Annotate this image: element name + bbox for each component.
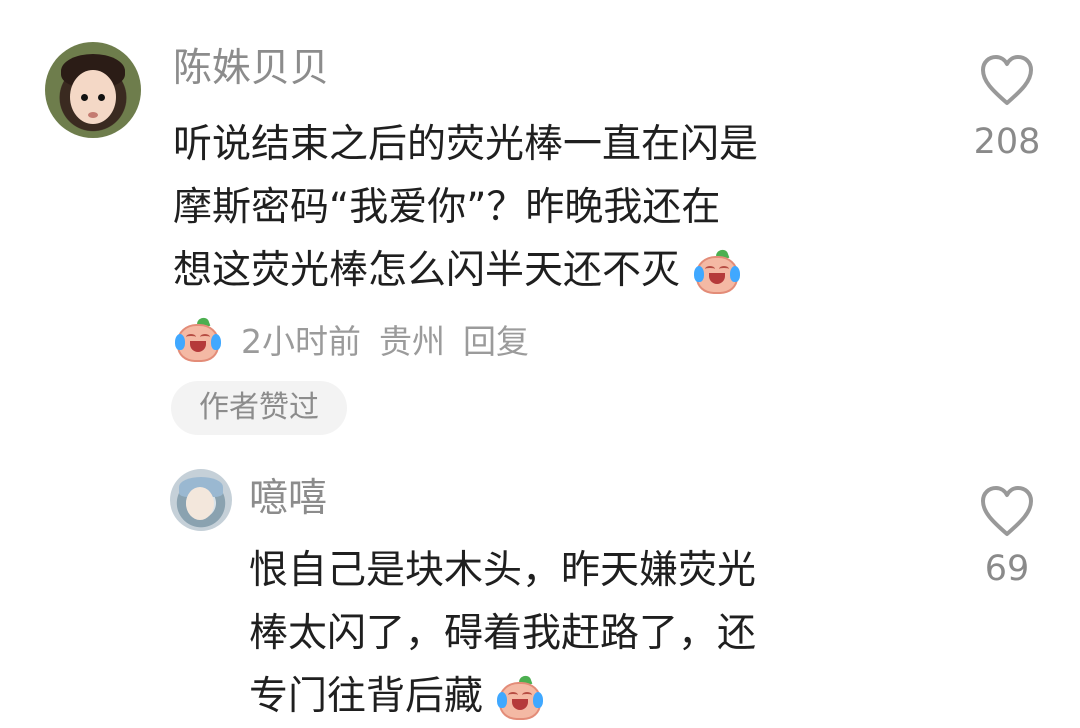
- reply-comment-line-3: 专门往背后藏: [249, 665, 949, 728]
- comment-location: 贵州: [379, 321, 445, 361]
- reply-like-count: 69: [984, 549, 1030, 589]
- main-comment-line-2: 摩斯密码“我爱你”？昨晚我还在: [173, 185, 721, 230]
- main-comment-avatar[interactable]: [45, 42, 141, 138]
- comment-time: 2小时前: [241, 321, 361, 361]
- reply-comment-line-1: 恨自己是块木头，昨天嫌荧光: [249, 548, 757, 593]
- main-comment-line-3: 想这荧光棒怎么闪半天还不灭: [173, 239, 923, 302]
- author-liked-badge: 作者赞过: [171, 381, 347, 435]
- reply-like-button[interactable]: [977, 484, 1037, 539]
- reply-avatar[interactable]: [170, 469, 232, 531]
- main-comment-line-3-text: 想这荧光棒怎么闪半天还不灭: [173, 248, 681, 293]
- avatar-face: [186, 487, 214, 520]
- reply-button[interactable]: 回复: [463, 325, 529, 358]
- main-comment-username[interactable]: 陈姝贝贝: [173, 49, 329, 88]
- heart-outline-icon: [981, 55, 1033, 105]
- main-comment-line-1: 听说结束之后的荧光棒一直在闪是: [173, 122, 759, 167]
- main-like-button[interactable]: [977, 53, 1037, 108]
- crying-laughing-sticker-icon: [173, 316, 223, 364]
- crying-laughing-sticker-icon: [495, 673, 545, 722]
- reply-comment-line-2: 棒太闪了，碍着我赶路了，还: [249, 611, 757, 656]
- main-comment-text: 听说结束之后的荧光棒一直在闪是 摩斯密码“我爱你”？昨晚我还在 想这荧光棒怎么闪…: [173, 113, 923, 302]
- reply-comment-line-3-text: 专门往背后藏: [249, 674, 484, 719]
- main-comment-meta: 2小时前 贵州 回复: [173, 316, 529, 366]
- avatar-mouth: [88, 112, 98, 118]
- crying-laughing-sticker-icon: [692, 247, 742, 296]
- main-like-count: 208: [973, 122, 1041, 162]
- heart-outline-icon: [981, 486, 1033, 536]
- avatar-right-eye: [98, 94, 105, 101]
- reply-username[interactable]: 噫嘻: [249, 479, 327, 518]
- avatar-left-eye: [81, 94, 88, 101]
- reply-comment-text: 恨自己是块木头，昨天嫌荧光 棒太闪了，碍着我赶路了，还 专门往背后藏: [249, 539, 949, 728]
